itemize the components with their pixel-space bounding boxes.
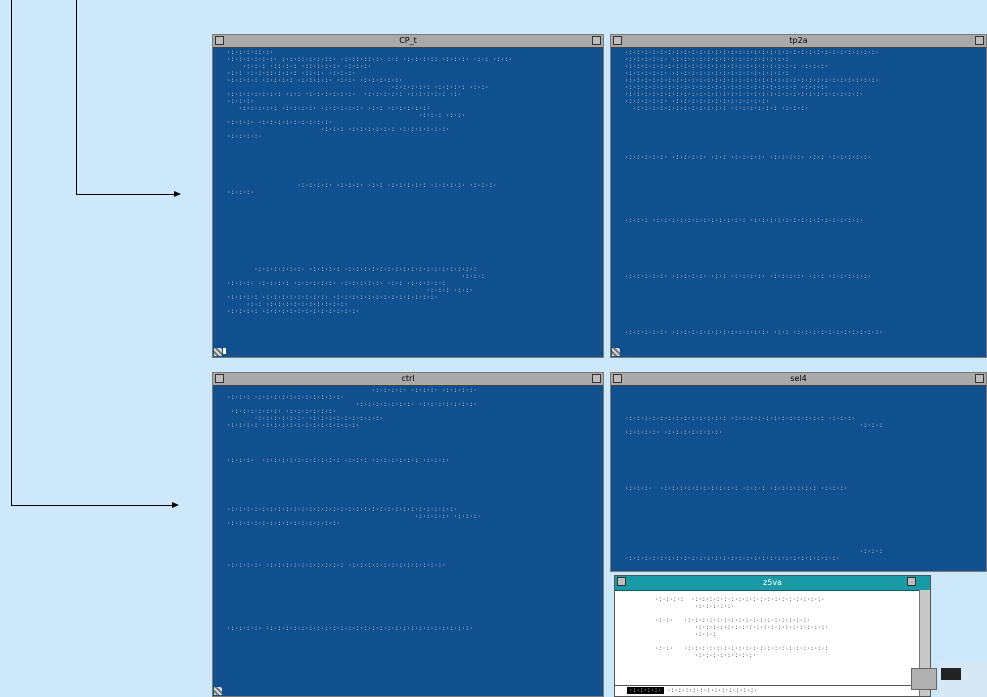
connector-line-inner-vertical [76,0,77,194]
window-title: tp2a [789,36,808,45]
arrow-right-icon [174,191,181,197]
window-title: sel4 [790,374,807,383]
help-window-titlebar[interactable]: z5va [615,576,930,591]
window-maximize-button[interactable] [907,577,916,586]
window-title: CP_t [399,36,417,45]
desktop-icon[interactable] [911,668,937,690]
thumbnail-preview [941,668,961,680]
help-window[interactable]: z5va ·:·:·:·: ·:·:·:·:·:·:·:·:·:·:·:·:·:… [614,575,931,697]
help-input-text[interactable]: ·:·:·:·:·:·:·:·:·:·:·:·:· [667,687,757,694]
window-menu-button[interactable] [613,374,622,383]
window-maximize-button[interactable] [975,36,984,45]
terminal-output[interactable]: ·:·:·:·:·:·:·:·:·:·:·:·:·:·:·:·:·:·:·:·:… [617,49,982,353]
window-maximize-button[interactable] [592,374,601,383]
connector-line-outer-vertical [11,0,12,505]
window-title: ctrl [401,374,415,383]
arrow-right-icon [172,502,179,508]
terminal-window-top-left[interactable]: CP_t ·:·:·:·::·:· ·:·:·:·:·:·:· :·:·::·:… [212,34,604,358]
resize-grip-icon[interactable] [612,348,620,356]
terminal-output[interactable]: ·:·:·:·:· ·:·:·:· ·:·:·:·:· ·:·:·: ·:·:·… [219,387,599,692]
terminal-window-top-right[interactable]: tp2a ·:·:·:·:·:·:·:·:·:·:·:·:·:·:·:·:·:·… [610,34,987,358]
window-menu-button[interactable] [617,577,626,586]
terminal-window-bottom-right[interactable]: sel4 ·:·:·:·:·:·:·:·:·:·:·:·:·: ·:·:·:·:… [610,372,987,572]
help-input-line[interactable]: ·:·:·:·:· ·:·:·:·:·:·:·:·:·:·:·:·:· [615,685,918,696]
help-content: ·:·:·:·: ·:·:·:·:·:·:·:·:·:·:·:·:·:·:·:·… [655,596,829,659]
window-titlebar[interactable]: tp2a [611,35,986,48]
window-maximize-button[interactable] [975,374,984,383]
terminal-window-bottom-left[interactable]: ctrl ·:·:·:·:· ·:·:·:· ·:·:·:·:· ·:·:·: … [212,372,604,697]
desktop-thumbnail-icon[interactable] [939,662,987,697]
window-maximize-button[interactable] [592,36,601,45]
window-titlebar[interactable]: CP_t [213,35,603,48]
resize-grip-icon[interactable] [214,687,222,695]
connector-line-outer-horizontal [11,505,174,506]
terminal-output[interactable]: ·:·:·:·:·:·:·:·:·:·:·:·:·: ·:·:·:·:·:·:·… [617,387,982,567]
window-titlebar[interactable]: ctrl [213,373,603,386]
connector-line-inner-horizontal [76,194,176,195]
window-menu-button[interactable] [215,36,224,45]
text-cursor [223,348,226,354]
window-titlebar[interactable]: sel4 [611,373,986,386]
resize-grip-icon[interactable] [214,348,222,356]
window-menu-button[interactable] [613,36,622,45]
help-input-prompt: ·:·:·:·:· [627,687,664,694]
help-window-title: z5va [763,578,782,587]
terminal-output[interactable]: ·:·:·:·::·:· ·:·:·:·:·:·:· :·:·::·:·:·::… [219,49,599,353]
window-menu-button[interactable] [215,374,224,383]
